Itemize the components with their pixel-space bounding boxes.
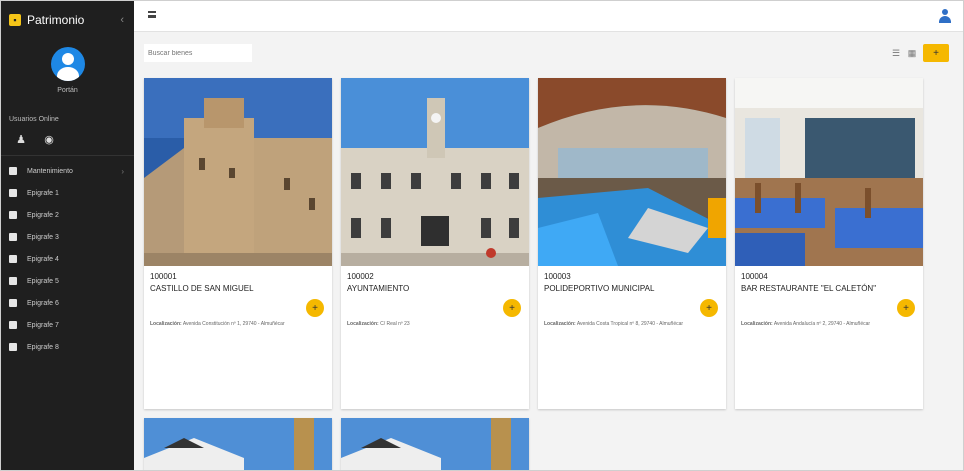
topbar xyxy=(134,1,963,32)
list-view-icon[interactable]: ☰ xyxy=(891,48,901,58)
sports-center-photo xyxy=(538,78,726,266)
sidebar-item-label: Mantenimiento xyxy=(27,167,73,175)
card-code: 100002 xyxy=(347,272,374,281)
building-photo xyxy=(144,418,332,470)
card-title: CASTILLO DE SAN MIGUEL xyxy=(150,284,254,293)
sidebar-item-label: Epigrafe 4 xyxy=(27,255,59,263)
sidebar-item-mantenimiento[interactable]: Mantenimiento › xyxy=(1,160,134,182)
card-location: Localización: C/ Real nº 23 xyxy=(347,321,523,327)
sidebar-item-label: Epigrafe 1 xyxy=(27,189,59,197)
main-content: ☰ ▦ + xyxy=(134,32,963,470)
card-add-button[interactable]: + xyxy=(503,299,521,317)
sidebar-item-epigrafe-7[interactable]: Epigrafe 7 xyxy=(1,314,134,336)
location-label: Localización: xyxy=(544,321,576,327)
asset-card[interactable]: 100002 AYUNTAMIENTO + Localización: C/ R… xyxy=(341,78,529,409)
location-label: Localización: xyxy=(741,321,773,327)
sidebar-item-epigrafe-4[interactable]: Epigrafe 4 xyxy=(1,248,134,270)
sidebar-item-epigrafe-1[interactable]: Epigrafe 1 xyxy=(1,182,134,204)
sidebar-item-label: Epigrafe 6 xyxy=(27,299,59,307)
road-icon xyxy=(9,211,17,219)
card-location: Localización: Avenida Andalucía nº 2, 29… xyxy=(741,321,917,327)
sidebar-item-label: Epigrafe 5 xyxy=(27,277,59,285)
sidebar: ▪ Patrimonio ‹ Portán Usuarios Online ♟ … xyxy=(1,1,134,470)
vehicle-icon xyxy=(9,233,17,241)
restaurant-photo xyxy=(735,78,923,266)
sidebar-item-epigrafe-8[interactable]: Epigrafe 8 xyxy=(1,336,134,358)
card-add-button[interactable]: + xyxy=(306,299,324,317)
location-value: Avenida Andalucía nº 2, 29740 - Almuñéca… xyxy=(773,321,871,327)
sidebar-item-label: Epigrafe 8 xyxy=(27,343,59,351)
box-icon xyxy=(9,343,17,351)
building-photo xyxy=(341,418,529,470)
town-hall-photo xyxy=(341,78,529,266)
document-icon xyxy=(9,321,17,329)
asset-card[interactable]: 100004 BAR RESTAURANTE "EL CALETÓN" + Lo… xyxy=(735,78,923,409)
card-location: Localización: Avenida Costa Tropical nº … xyxy=(544,321,720,327)
card-location: Localización: Avenida Constitución nº 1,… xyxy=(150,321,326,327)
sidebar-item-label: Epigrafe 3 xyxy=(27,233,59,241)
sidebar-quick-icons: ♟ ◉ xyxy=(15,133,134,146)
brand-logo-icon: ▪ xyxy=(9,14,21,26)
sidebar-item-label: Epigrafe 7 xyxy=(27,321,59,329)
card-code: 100001 xyxy=(150,272,177,281)
card-title: AYUNTAMIENTO xyxy=(347,284,410,293)
username: Portán xyxy=(57,87,78,94)
card-title: POLIDEPORTIVO MUNICIPAL xyxy=(544,284,655,293)
hamburger-icon[interactable] xyxy=(148,11,156,18)
search-input[interactable] xyxy=(144,44,252,62)
card-code: 100004 xyxy=(741,272,768,281)
card-title: BAR RESTAURANTE "EL CALETÓN" xyxy=(741,284,877,293)
sidebar-item-epigrafe-5[interactable]: Epigrafe 5 xyxy=(1,270,134,292)
asset-card[interactable] xyxy=(341,418,529,470)
avatar[interactable] xyxy=(50,47,85,81)
location-value: C/ Real nº 23 xyxy=(380,321,410,327)
money-icon xyxy=(9,255,17,263)
app-frame: ▪ Patrimonio ‹ Portán Usuarios Online ♟ … xyxy=(0,0,964,471)
brand-title: Patrimonio xyxy=(27,13,85,27)
asset-card[interactable]: 100001 CASTILLO DE SAN MIGUEL + Localiza… xyxy=(144,78,332,409)
location-value: Avenida Costa Tropical nº 8, 29740 - Alm… xyxy=(576,321,684,327)
asset-card[interactable]: 100003 POLIDEPORTIVO MUNICIPAL + Localiz… xyxy=(538,78,726,409)
sidebar-item-epigrafe-3[interactable]: Epigrafe 3 xyxy=(1,226,134,248)
asset-card[interactable] xyxy=(144,418,332,470)
sidebar-collapse-icon[interactable]: ‹ xyxy=(120,14,124,26)
user-icon[interactable]: ♟ xyxy=(15,133,27,146)
card-add-button[interactable]: + xyxy=(897,299,915,317)
sidebar-menu: Mantenimiento › Epigrafe 1 Epigrafe 2 Ep… xyxy=(1,160,134,358)
location-value: Avenida Constitución nº 1, 29740 - Almuñ… xyxy=(182,321,285,327)
view-toolbar: ☰ ▦ + xyxy=(891,44,949,62)
globe-icon[interactable]: ◉ xyxy=(43,133,55,146)
location-label: Localización: xyxy=(150,321,182,327)
card-add-button[interactable]: + xyxy=(700,299,718,317)
castle-photo xyxy=(144,78,332,266)
truck-icon xyxy=(9,277,17,285)
section-label: Usuarios Online xyxy=(9,116,59,123)
sidebar-item-label: Epigrafe 2 xyxy=(27,211,59,219)
asset-icon xyxy=(9,299,17,307)
user-icon[interactable] xyxy=(939,9,951,23)
add-button[interactable]: + xyxy=(923,44,949,62)
sidebar-item-epigrafe-2[interactable]: Epigrafe 2 xyxy=(1,204,134,226)
divider xyxy=(1,155,134,156)
folder-icon xyxy=(9,167,17,175)
chevron-right-icon: › xyxy=(121,166,124,176)
location-label: Localización: xyxy=(347,321,379,327)
grid-view-icon[interactable]: ▦ xyxy=(907,48,917,58)
card-code: 100003 xyxy=(544,272,571,281)
brand[interactable]: ▪ Patrimonio ‹ xyxy=(1,1,134,39)
sidebar-item-epigrafe-6[interactable]: Epigrafe 6 xyxy=(1,292,134,314)
building-icon xyxy=(9,189,17,197)
